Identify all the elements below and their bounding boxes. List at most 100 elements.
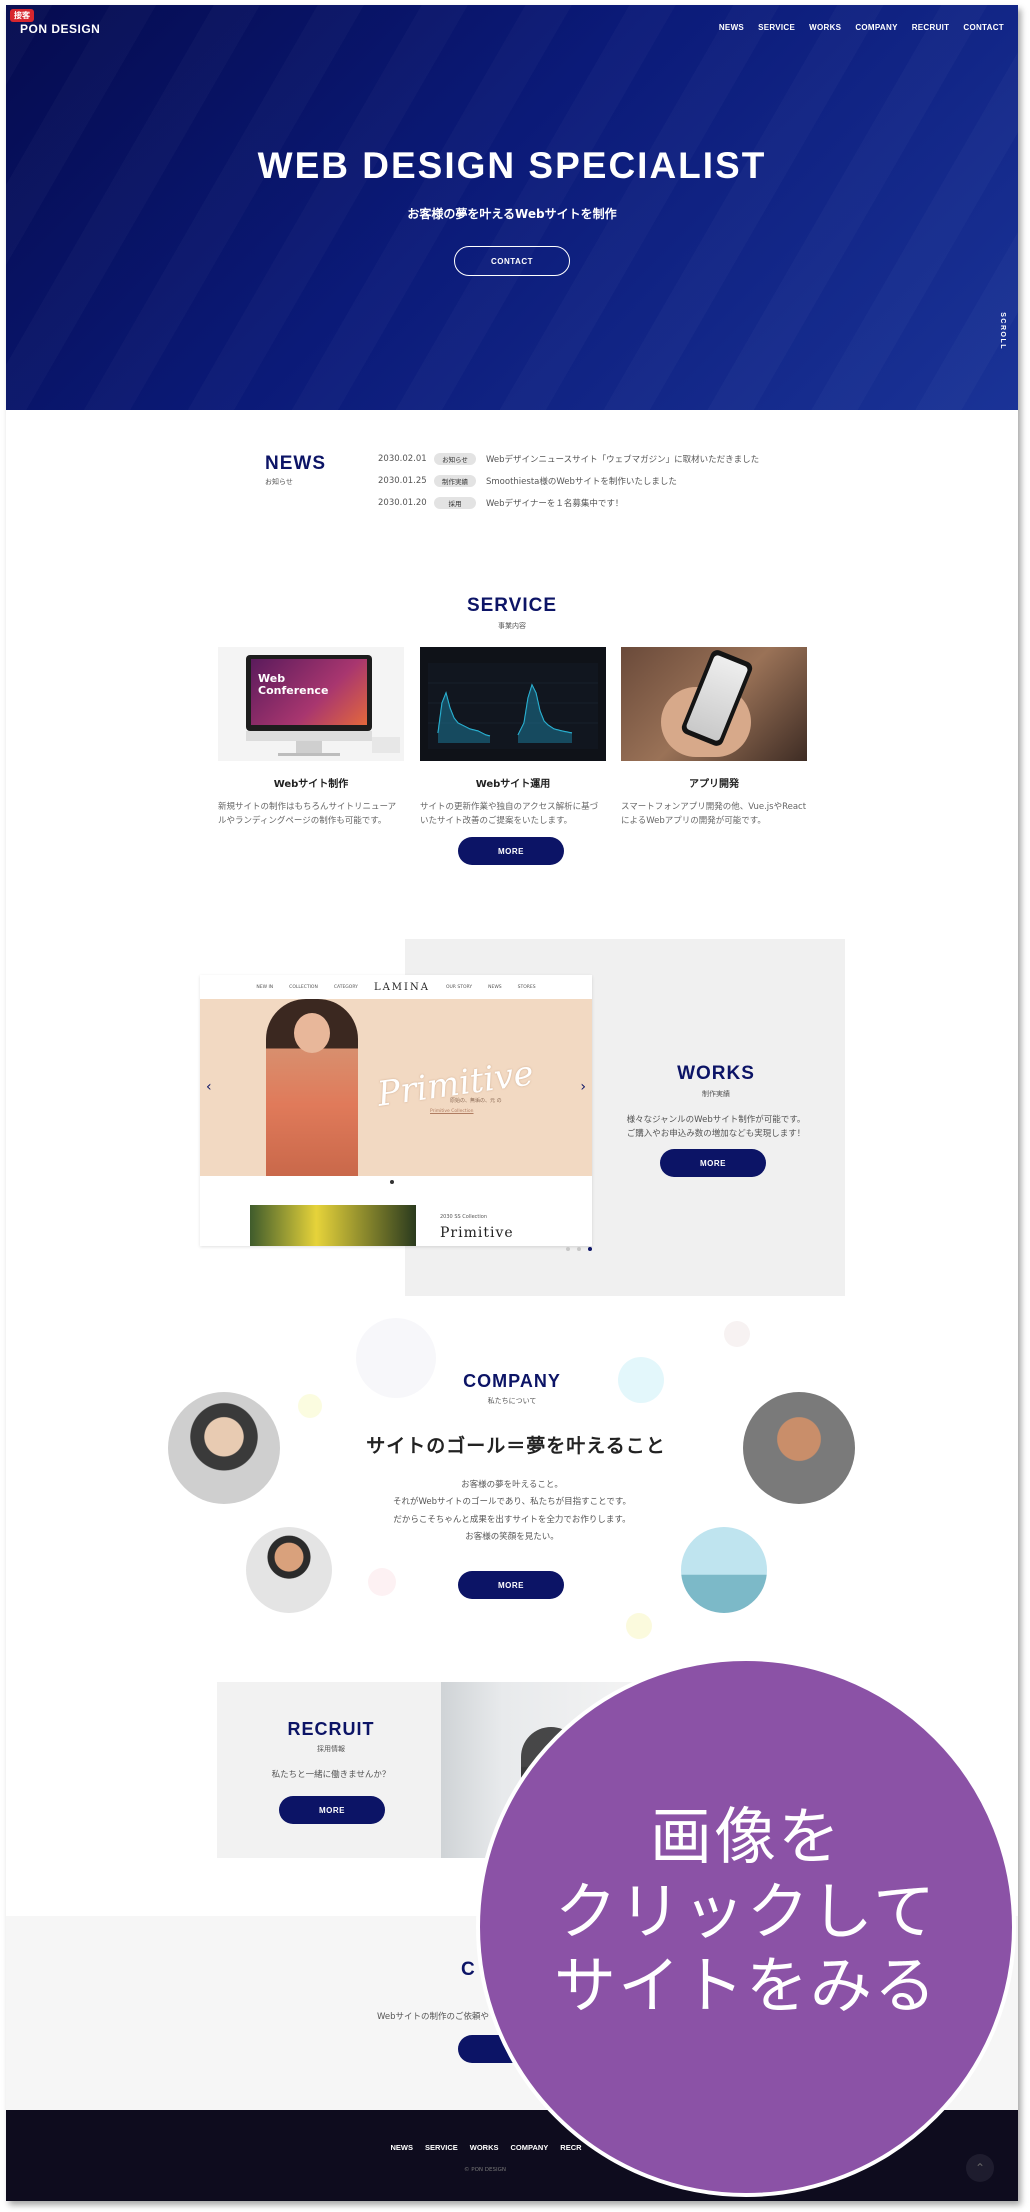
company-title: COMPANY bbox=[463, 1371, 561, 1391]
decor-bubble bbox=[368, 1568, 396, 1596]
contact-desc: Webサイトの制作のご依頼や bbox=[377, 2012, 490, 2022]
carousel-dot[interactable] bbox=[390, 1180, 394, 1184]
works-pagination bbox=[566, 1247, 592, 1251]
hero-contact-button[interactable]: CONTACT bbox=[454, 246, 570, 276]
works-desc: 様々なジャンルのWebサイト制作が可能です。 ご購入やお申込み数の増加なども実現… bbox=[596, 1113, 836, 1142]
hero-section: 接客 PON DESIGN NEWS SERVICE WORKS COMPANY… bbox=[6, 5, 1018, 410]
news-date: 2030.02.01 bbox=[378, 454, 427, 464]
news-heading: NEWS お知らせ bbox=[265, 453, 326, 487]
footer-nav-news[interactable]: NEWS bbox=[390, 2143, 413, 2152]
service-more-button[interactable]: MORE bbox=[458, 837, 564, 865]
service-card-app-development[interactable]: アプリ開発 スマートフォンアプリ開発の他、Vue.jsやReactによるWebア… bbox=[621, 647, 807, 828]
service-name: Webサイト制作 bbox=[273, 779, 349, 790]
works-desc-line: 様々なジャンルのWebサイト制作が可能です。 bbox=[626, 1115, 806, 1125]
news-text[interactable]: Smoothiesta様のWebサイトを制作いたしました bbox=[486, 475, 677, 487]
mock-nav-item: COLLECTION bbox=[289, 985, 318, 990]
service-name: Webサイト運用 bbox=[475, 779, 551, 790]
news-subtitle: お知らせ bbox=[265, 478, 293, 486]
service-card-web-production[interactable]: Web Conference Webサイト制作 新規サイトの制作はもちろんサイト… bbox=[218, 647, 404, 828]
pagination-dot[interactable] bbox=[577, 1247, 581, 1251]
footer-nav-service[interactable]: SERVICE bbox=[425, 2143, 458, 2152]
back-to-top-icon[interactable]: ⌃ bbox=[966, 2154, 994, 2182]
recruit-desc: 私たちと一緒に働きませんか？ bbox=[271, 1770, 391, 1780]
decor-bubble bbox=[724, 1321, 750, 1347]
company-desc-line: それがWebサイトのゴールであり、私たちが目指すことです。 bbox=[392, 1497, 631, 1508]
company-headline-text: サイトのゴール＝夢を叶えること bbox=[366, 1435, 666, 1457]
nav-item-company[interactable]: COMPANY bbox=[855, 23, 897, 32]
mock-nav-item: CATEGORY bbox=[333, 985, 358, 990]
global-nav: NEWS SERVICE WORKS COMPANY RECRUIT CONTA… bbox=[719, 23, 1004, 32]
decor-bubble bbox=[626, 1613, 652, 1639]
footer-nav-works[interactable]: WORKS bbox=[470, 2143, 499, 2152]
company-desc-line: お客様の笑顔を見たい。 bbox=[465, 1532, 559, 1543]
mock-sub-title: Primitive bbox=[440, 1225, 514, 1241]
news-item[interactable]: 2030.02.01 お知らせ Webデザインニュースサイト「ウェブマガジン」に… bbox=[378, 448, 759, 470]
company-heading: COMPANY 私たちについて bbox=[6, 1371, 1018, 1406]
pagination-dot[interactable] bbox=[566, 1247, 570, 1251]
works-screenshot[interactable]: NEW IN COLLECTION CATEGORY LAMINA OUR ST… bbox=[200, 975, 592, 1246]
mock-sub-image bbox=[250, 1205, 416, 1246]
news-item[interactable]: 2030.01.25 制作実績 Smoothiesta様のWebサイトを制作いた… bbox=[378, 470, 759, 492]
chevron-right-icon[interactable]: › bbox=[580, 1079, 586, 1095]
recruit-title: RECRUIT bbox=[287, 1719, 375, 1739]
company-headline: サイトのゴール＝夢を叶えること bbox=[341, 1431, 691, 1459]
service-desc: スマートフォンアプリ開発の他、Vue.jsやReactによるWebアプリの開発が… bbox=[621, 802, 807, 827]
news-title: NEWS bbox=[265, 453, 326, 474]
company-more-button[interactable]: MORE bbox=[458, 1571, 564, 1599]
news-text[interactable]: Webデザイナーを１名募集中です！ bbox=[486, 497, 623, 509]
works-more-button[interactable]: MORE bbox=[660, 1149, 766, 1177]
scroll-indicator[interactable]: SCROLL bbox=[999, 312, 1006, 350]
pagination-dot-active[interactable] bbox=[588, 1247, 592, 1251]
site-logo[interactable]: PON DESIGN bbox=[20, 22, 100, 36]
mock-hero-image: Primitive 原始の、無垢の、元 の Primitive Collecti… bbox=[200, 999, 592, 1176]
works-text-block: WORKS 制作実績 様々なジャンルのWebサイト制作が可能です。 ご購入やお申… bbox=[596, 1063, 836, 1142]
news-category: 制作実績 bbox=[434, 475, 476, 487]
footer-nav-recruit[interactable]: RECR bbox=[560, 2143, 581, 2152]
mock-nav-item: NEWS bbox=[488, 985, 502, 990]
footer-nav-company[interactable]: COMPANY bbox=[511, 2143, 549, 2152]
news-list: 2030.02.01 お知らせ Webデザインニュースサイト「ウェブマガジン」に… bbox=[378, 448, 759, 514]
service-thumb-analytics bbox=[420, 647, 606, 761]
nav-item-works[interactable]: WORKS bbox=[809, 23, 841, 32]
nav-item-service[interactable]: SERVICE bbox=[758, 23, 795, 32]
contact-title: C bbox=[461, 1959, 475, 1980]
mock-sub-label: 2030 SS Collection bbox=[440, 1214, 487, 1220]
mock-nav-item: OUR STORY bbox=[445, 985, 473, 990]
chevron-left-icon[interactable]: ‹ bbox=[206, 1079, 212, 1095]
works-subtitle: 制作実績 bbox=[702, 1090, 730, 1098]
nav-item-contact[interactable]: CONTACT bbox=[963, 23, 1004, 32]
thumb-title: Web Conference bbox=[258, 672, 329, 698]
news-text[interactable]: Webデザインニュースサイト「ウェブマガジン」に取材いただきました bbox=[486, 453, 759, 465]
news-date: 2030.01.20 bbox=[378, 498, 427, 508]
service-desc: サイトの更新作業や独自のアクセス解析に基づいたサイト改善のご提案をいたします。 bbox=[420, 802, 599, 827]
company-subtitle: 私たちについて bbox=[487, 1397, 537, 1405]
news-item[interactable]: 2030.01.20 採用 Webデザイナーを１名募集中です！ bbox=[378, 492, 759, 514]
company-desc-line: だからこそちゃんと成果を出すサイトを全力でお作りします。 bbox=[393, 1514, 631, 1525]
mock-hero-tagline: 原始の、無垢の、元 の bbox=[450, 1098, 502, 1104]
mock-nav: NEW IN COLLECTION CATEGORY LAMINA OUR ST… bbox=[200, 982, 592, 993]
service-subtitle: 事業内容 bbox=[498, 622, 526, 630]
works-desc-line: ご購入やお申込み数の増加なども実現します！ bbox=[626, 1129, 806, 1140]
service-thumb-phone bbox=[621, 647, 807, 761]
recruit-subtitle: 採用情報 bbox=[317, 1745, 345, 1753]
overlay-line: クリックして bbox=[554, 1874, 938, 1948]
mock-hero-link: Primitive Collection bbox=[430, 1109, 474, 1114]
service-name: アプリ開発 bbox=[689, 779, 739, 790]
nav-item-recruit[interactable]: RECRUIT bbox=[912, 23, 950, 32]
works-title: WORKS bbox=[677, 1063, 755, 1084]
mock-nav-item: STORES bbox=[517, 985, 536, 990]
click-to-view-overlay[interactable]: 画像を クリックして サイトをみる bbox=[476, 1657, 1016, 2197]
nav-item-news[interactable]: NEWS bbox=[719, 23, 744, 32]
service-card-web-operation[interactable]: Webサイト運用 サイトの更新作業や独自のアクセス解析に基づいたサイト改善のご提… bbox=[420, 647, 606, 828]
status-badge: 接客 bbox=[10, 9, 34, 22]
overlay-line: サイトをみる bbox=[553, 1949, 938, 2023]
news-category: 採用 bbox=[434, 497, 476, 509]
hero-subtitle: お客様の夢を叶えるWebサイトを制作 bbox=[407, 207, 617, 221]
hero-title: WEB DESIGN SPECIALIST bbox=[257, 145, 767, 186]
service-thumb-imac: Web Conference bbox=[218, 647, 404, 761]
recruit-more-button[interactable]: MORE bbox=[279, 1796, 385, 1824]
company-desc-line: お客様の夢を叶えること。 bbox=[461, 1480, 563, 1490]
company-desc: お客様の夢を叶えること。 それがWebサイトのゴールであり、私たちが目指すことで… bbox=[6, 1477, 1018, 1547]
service-title: SERVICE bbox=[466, 595, 558, 616]
recruit-text-block: RECRUIT 採用情報 私たちと一緒に働きませんか？ bbox=[217, 1719, 445, 1780]
